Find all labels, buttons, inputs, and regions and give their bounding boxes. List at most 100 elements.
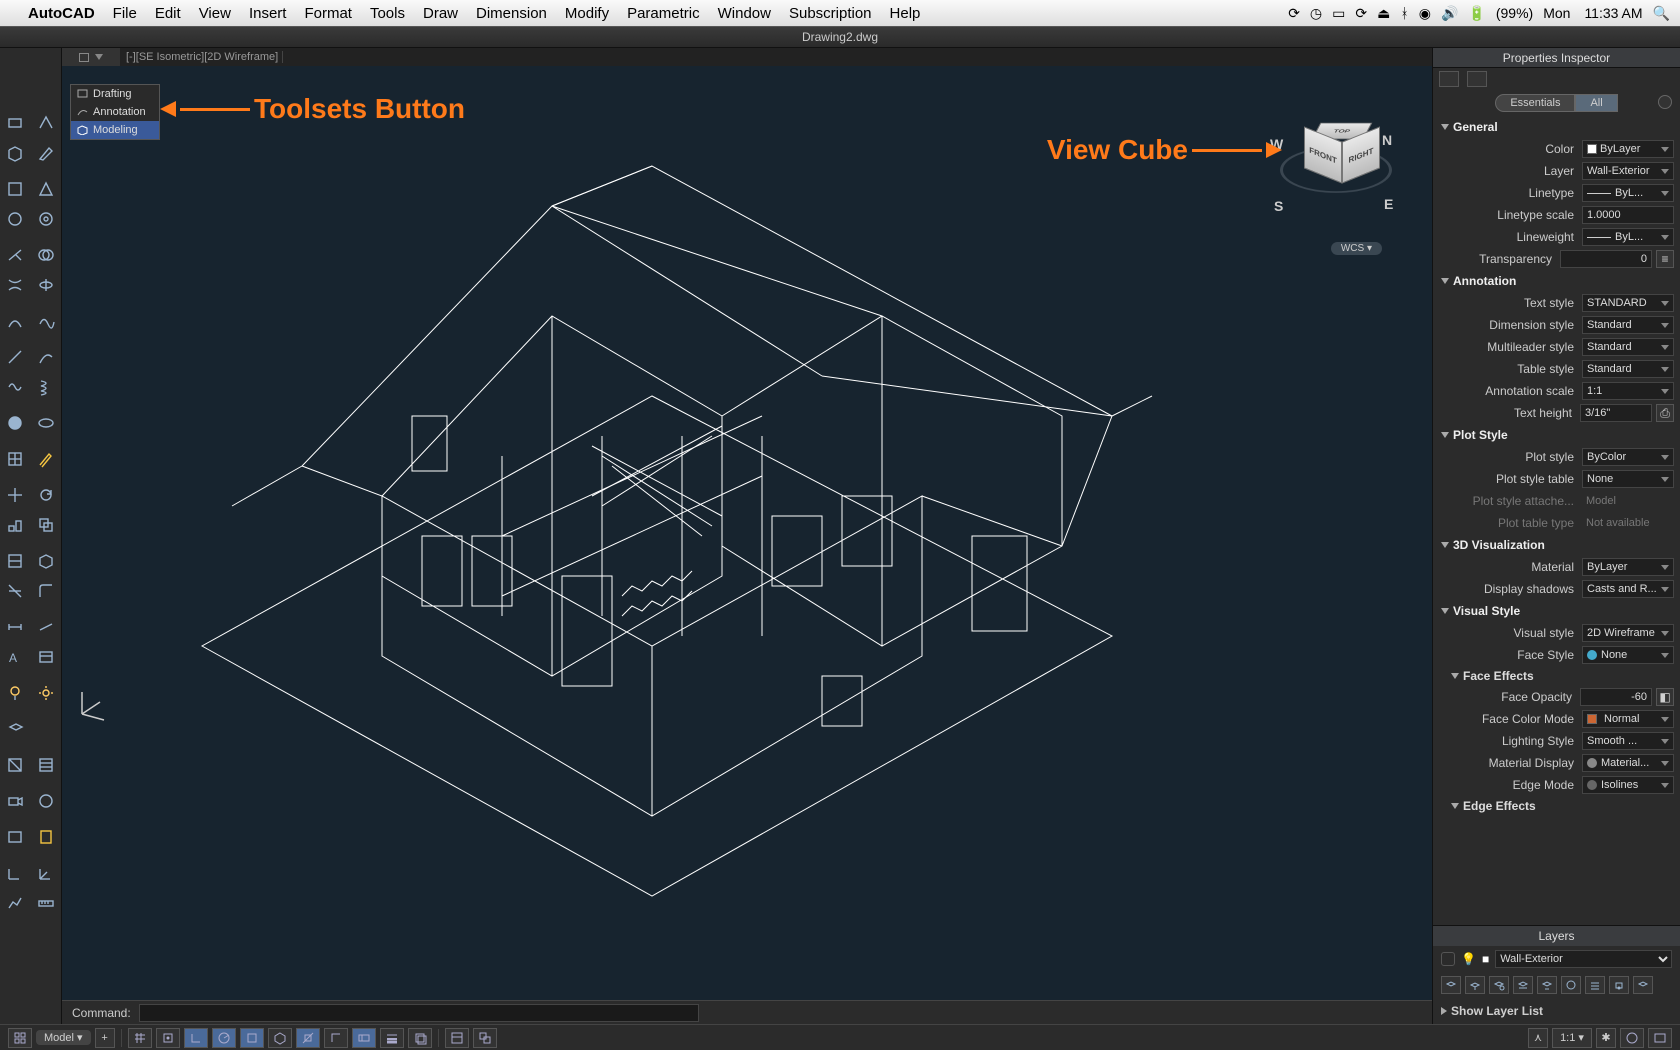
layer-tool-1-icon[interactable] — [1441, 976, 1461, 994]
tool-align-icon[interactable] — [0, 510, 31, 540]
prop-annotation-scale[interactable]: 1:1 — [1582, 382, 1674, 400]
prop-table-style[interactable]: Standard — [1582, 360, 1674, 378]
tool-section-icon[interactable] — [0, 546, 31, 576]
tool-box-icon[interactable] — [0, 108, 31, 138]
tool-light-icon[interactable] — [0, 678, 31, 708]
dynamic-input-icon[interactable] — [352, 1028, 376, 1048]
prop-visual-style[interactable]: 2D Wireframe — [1582, 624, 1674, 642]
menu-tools[interactable]: Tools — [370, 5, 405, 22]
expand-icon[interactable] — [1658, 95, 1672, 109]
bluetooth-icon[interactable]: ᚼ — [1400, 5, 1408, 21]
menu-parametric[interactable]: Parametric — [627, 5, 700, 22]
selection-cycling-icon[interactable] — [473, 1028, 497, 1048]
section-face-effects[interactable]: Face Effects — [1433, 666, 1680, 686]
tool-hatch-icon[interactable] — [31, 750, 62, 780]
prop-multileader-style[interactable]: Standard — [1582, 338, 1674, 356]
spotlight-icon[interactable]: 🔍 — [1653, 5, 1670, 22]
quickprops-icon[interactable] — [445, 1028, 469, 1048]
tool-trim-icon[interactable] — [0, 240, 31, 270]
tool-layer-icon[interactable] — [0, 714, 31, 744]
tool-line-icon[interactable] — [0, 342, 31, 372]
menu-insert[interactable]: Insert — [249, 5, 287, 22]
section-annotation[interactable]: Annotation — [1433, 270, 1680, 292]
tool-copy-icon[interactable] — [31, 510, 62, 540]
tool-dim-icon[interactable] — [0, 612, 31, 642]
eject-icon[interactable]: ⏏ — [1377, 5, 1390, 22]
tool-mesh-icon[interactable] — [0, 444, 31, 474]
tool-block-icon[interactable] — [0, 750, 31, 780]
annotation-scale-value[interactable]: 1:1 ▾ — [1552, 1028, 1592, 1048]
prop-linetype[interactable]: ByL... — [1582, 184, 1674, 202]
menu-modify[interactable]: Modify — [565, 5, 609, 22]
tool-rotate-icon[interactable] — [31, 480, 62, 510]
prop-plot-style[interactable]: ByColor — [1582, 448, 1674, 466]
pill-essentials[interactable]: Essentials — [1495, 94, 1575, 112]
tool-sphere-icon[interactable] — [0, 204, 31, 234]
tool-render-icon[interactable] — [31, 786, 62, 816]
layer-tool-9-icon[interactable] — [1633, 976, 1653, 994]
tool-ucs-icon[interactable] — [0, 858, 31, 888]
viewport-canvas[interactable]: Drafting Annotation Modeling Toolsets Bu… — [62, 66, 1432, 1024]
section-plot[interactable]: Plot Style — [1433, 424, 1680, 446]
tool-cube2-icon[interactable] — [31, 546, 62, 576]
tool-camera-icon[interactable] — [0, 786, 31, 816]
toolset-annotation[interactable]: Annotation — [71, 103, 159, 121]
tool-brush-icon[interactable] — [31, 138, 62, 168]
layer-tool-8-icon[interactable] — [1609, 976, 1629, 994]
tool-helix-icon[interactable] — [31, 372, 62, 402]
viewport-tab-label[interactable]: [-][SE Isometric][2D Wireframe] — [122, 51, 283, 63]
tool-loft-icon[interactable] — [0, 270, 31, 300]
current-layer-select[interactable]: Wall-Exterior — [1495, 950, 1672, 968]
text-height-picker-icon[interactable]: ⎙ — [1656, 404, 1674, 422]
prop-shadows[interactable]: Casts and R... — [1582, 580, 1674, 598]
hardware-accel-icon[interactable] — [1648, 1028, 1672, 1048]
prop-transparency[interactable]: 0 — [1560, 250, 1652, 268]
layout-add-icon[interactable]: + — [95, 1028, 115, 1048]
panel-tab-icon-1[interactable] — [1439, 71, 1459, 87]
wifi-icon[interactable]: ◉ — [1419, 5, 1431, 22]
prop-text-style[interactable]: STANDARD — [1582, 294, 1674, 312]
menu-view[interactable]: View — [199, 5, 231, 22]
menubar-time[interactable]: 11:33 AM — [1584, 5, 1642, 21]
command-input[interactable] — [139, 1004, 699, 1022]
tool-sun-icon[interactable] — [31, 678, 62, 708]
layer-tool-6-icon[interactable] — [1561, 976, 1581, 994]
clock-icon[interactable]: ◷ — [1310, 5, 1322, 22]
prop-plot-table[interactable]: None — [1582, 470, 1674, 488]
menu-file[interactable]: File — [113, 5, 137, 22]
tool-ellipse-icon[interactable] — [31, 408, 62, 438]
display-icon[interactable]: ▭ — [1332, 5, 1345, 22]
tool-polysolid-icon[interactable] — [0, 138, 31, 168]
compass-n[interactable]: N — [1382, 132, 1392, 148]
toolset-drafting[interactable]: Drafting — [71, 85, 159, 103]
prop-linetype-scale[interactable]: 1.0000 — [1582, 206, 1674, 224]
tool-arc-icon[interactable] — [0, 306, 31, 336]
tool-move-icon[interactable] — [0, 480, 31, 510]
menu-dimension[interactable]: Dimension — [476, 5, 547, 22]
menu-help[interactable]: Help — [890, 5, 921, 22]
layer-tool-5-icon[interactable] — [1537, 976, 1557, 994]
tool-layout-icon[interactable] — [0, 822, 31, 852]
viewport-tabs-button[interactable] — [62, 48, 120, 66]
lineweight-display-icon[interactable] — [380, 1028, 404, 1048]
snap-grid-icon[interactable] — [128, 1028, 152, 1048]
prop-material-display[interactable]: Material... — [1582, 754, 1674, 772]
battery-icon[interactable]: 🔋 — [1468, 5, 1485, 22]
layer-tool-4-icon[interactable] — [1513, 976, 1533, 994]
menu-draw[interactable]: Draw — [423, 5, 458, 22]
viewcube[interactable]: W E S N TOP FRONT RIGHT — [1276, 102, 1396, 242]
tool-measure-icon[interactable] — [31, 888, 62, 918]
prop-lighting-style[interactable]: Smooth ... — [1582, 732, 1674, 750]
tool-extrude-icon[interactable] — [31, 108, 62, 138]
layer-visibility-icon[interactable] — [1441, 952, 1455, 966]
model-space-button[interactable]: Model ▾ — [36, 1030, 91, 1045]
prop-layer[interactable]: Wall-Exterior — [1582, 162, 1674, 180]
app-name[interactable]: AutoCAD — [28, 5, 95, 22]
tool-page-icon[interactable] — [31, 822, 62, 852]
tool-fillet-icon[interactable] — [31, 576, 62, 606]
tool-torus-icon[interactable] — [31, 204, 62, 234]
pill-all[interactable]: All — [1575, 94, 1617, 112]
panel-tab-icon-2[interactable] — [1467, 71, 1487, 87]
prop-dim-style[interactable]: Standard — [1582, 316, 1674, 334]
tool-graph-icon[interactable] — [0, 888, 31, 918]
